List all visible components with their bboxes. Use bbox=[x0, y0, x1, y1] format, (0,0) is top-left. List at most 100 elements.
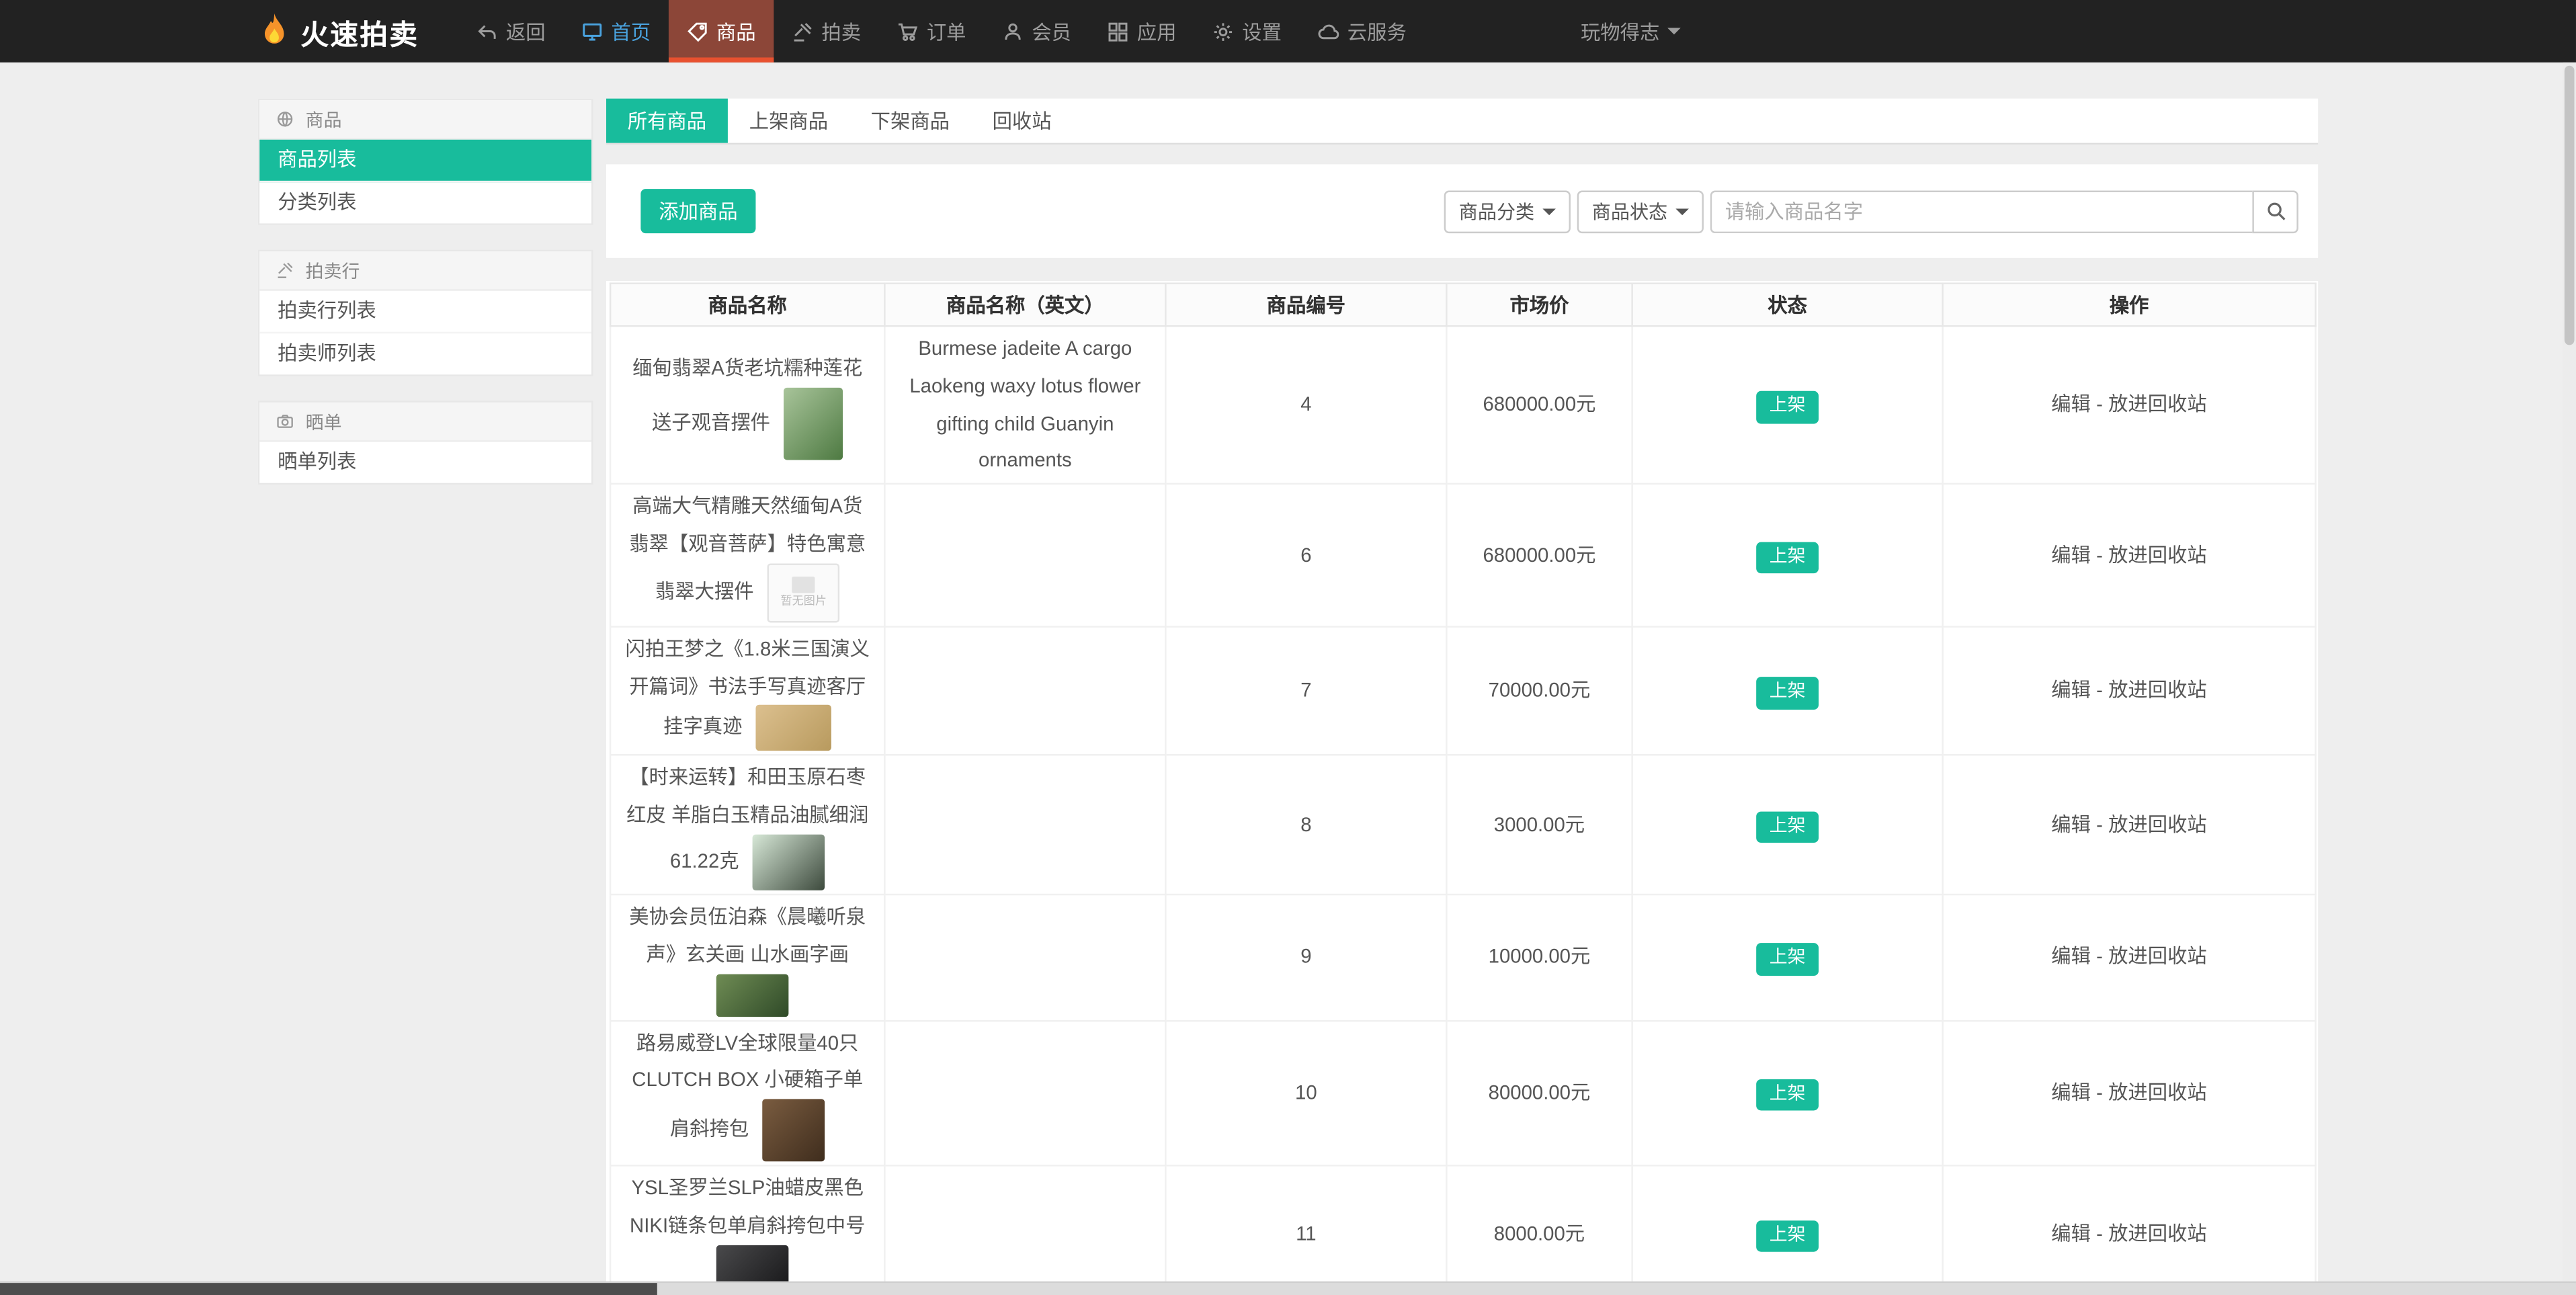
recycle-link[interactable]: 放进回收站 bbox=[2108, 945, 2207, 968]
product-thumbnail[interactable] bbox=[755, 705, 832, 752]
add-product-button[interactable]: 添加商品 bbox=[640, 189, 756, 234]
product-thumbnail[interactable] bbox=[762, 1099, 825, 1162]
edit-link[interactable]: 编辑 bbox=[2051, 1222, 2091, 1245]
product-actions-cell: 编辑 - 放进回收站 bbox=[1942, 483, 2317, 628]
search-input[interactable] bbox=[1710, 190, 2253, 233]
product-price-cell: 3000.00元 bbox=[1446, 754, 1633, 896]
product-tabs: 所有商品 上架商品 下架商品 回收站 bbox=[606, 98, 2319, 145]
caret-down-icon bbox=[1542, 208, 1556, 215]
nav-item-orders[interactable]: 订单 bbox=[879, 0, 984, 62]
page: 火速拍卖 返回 首页 商品 拍卖 订单 会员 应用 设置 云服务 玩物得志 商品… bbox=[0, 0, 2576, 1295]
recycle-link[interactable]: 放进回收站 bbox=[2108, 543, 2207, 566]
nav-item-label: 订单 bbox=[926, 20, 966, 44]
product-id-cell: 10 bbox=[1165, 1019, 1448, 1167]
edit-link[interactable]: 编辑 bbox=[2051, 1081, 2091, 1103]
product-name: 美协会员伍泊森《晨曦听泉声》玄关画 山水画字画 bbox=[629, 905, 866, 966]
table-header-row: 商品名称 商品名称（英文） 商品编号 市场价 状态 操作 bbox=[609, 282, 2317, 327]
product-name: 路易威登LV全球限量40只CLUTCH BOX 小硬箱子单肩斜挎包 bbox=[632, 1031, 864, 1141]
status-badge: 上架 bbox=[1756, 677, 1819, 709]
category-filter-dropdown[interactable]: 商品分类 bbox=[1444, 190, 1571, 233]
nav-item-members[interactable]: 会员 bbox=[984, 0, 1089, 62]
tab-all-products[interactable]: 所有商品 bbox=[606, 98, 728, 143]
recycle-link[interactable]: 放进回收站 bbox=[2108, 812, 2207, 835]
search-button[interactable] bbox=[2252, 190, 2298, 233]
horizontal-scrollbar-thumb[interactable] bbox=[0, 1283, 657, 1295]
tab-recycle-bin[interactable]: 回收站 bbox=[971, 99, 1073, 143]
product-name-en-cell bbox=[884, 483, 1167, 628]
action-separator: - bbox=[2091, 812, 2109, 836]
edit-link[interactable]: 编辑 bbox=[2051, 679, 2091, 702]
product-name: 【时来运转】和田玉原石枣红皮 羊脂白玉精品油腻细润 61.22克 bbox=[626, 766, 869, 873]
brand-logo[interactable]: 火速拍卖 bbox=[258, 0, 419, 62]
product-id-cell: 11 bbox=[1165, 1165, 1448, 1295]
recycle-link[interactable]: 放进回收站 bbox=[2108, 393, 2207, 416]
products-tbody: 缅甸翡翠A货老坑糯种莲花送子观音摆件 Burmese jadeite A car… bbox=[609, 325, 2317, 1295]
sidebar-item-category-list[interactable]: 分类列表 bbox=[259, 182, 591, 223]
recycle-link[interactable]: 放进回收站 bbox=[2108, 679, 2207, 702]
col-header-status: 状态 bbox=[1631, 282, 1944, 327]
status-badge: 上架 bbox=[1756, 1220, 1819, 1252]
nav-item-label: 设置 bbox=[1242, 20, 1282, 44]
nav-item-label: 返回 bbox=[505, 20, 546, 44]
product-thumbnail[interactable] bbox=[753, 834, 825, 890]
nav-item-cloud-services[interactable]: 云服务 bbox=[1300, 0, 1425, 62]
nav-item-home[interactable]: 首页 bbox=[564, 0, 669, 62]
status-badge: 上架 bbox=[1756, 391, 1819, 423]
product-id-cell: 8 bbox=[1165, 754, 1448, 896]
vertical-scrollbar[interactable] bbox=[2563, 62, 2576, 1282]
recycle-link[interactable]: 放进回收站 bbox=[2108, 1081, 2207, 1103]
recycle-link[interactable]: 放进回收站 bbox=[2108, 1222, 2207, 1245]
product-name-en-cell bbox=[884, 1165, 1167, 1295]
apps-icon bbox=[1108, 21, 1129, 42]
sidebar-item-auctioneer-list[interactable]: 拍卖师列表 bbox=[259, 333, 591, 374]
top-navbar: 火速拍卖 返回 首页 商品 拍卖 订单 会员 应用 设置 云服务 玩物得志 bbox=[0, 0, 2576, 62]
product-name-cell: 路易威登LV全球限量40只CLUTCH BOX 小硬箱子单肩斜挎包 bbox=[609, 1019, 886, 1167]
sidebar-item-product-list[interactable]: 商品列表 bbox=[259, 139, 592, 183]
image-placeholder-icon bbox=[792, 577, 815, 594]
product-actions-cell: 编辑 - 放进回收站 bbox=[1942, 1165, 2317, 1295]
user-menu[interactable]: 玩物得志 bbox=[1581, 0, 1681, 62]
table-row: 高端大气精雕天然缅甸A货翡翠【观音菩萨】特色寓意翡翠大摆件 暂无图片 6 680… bbox=[609, 483, 2317, 628]
nav-item-goods[interactable]: 商品 bbox=[668, 0, 774, 62]
action-separator: - bbox=[2091, 1221, 2109, 1245]
product-name-cell: 美协会员伍泊森《晨曦听泉声》玄关画 山水画字画 bbox=[609, 893, 886, 1021]
tag-icon bbox=[687, 21, 708, 42]
caret-down-icon bbox=[1667, 28, 1681, 35]
products-table-card: 商品名称 商品名称（英文） 商品编号 市场价 状态 操作 缅甸翡翠A货老坑糯种莲… bbox=[606, 281, 2319, 1295]
edit-link[interactable]: 编辑 bbox=[2051, 543, 2091, 566]
sidebar-item-order-show-list[interactable]: 晒单列表 bbox=[259, 442, 591, 483]
product-status-cell: 上架 bbox=[1631, 1165, 1944, 1295]
tab-off-shelf-products[interactable]: 下架商品 bbox=[849, 99, 971, 143]
table-row: 【时来运转】和田玉原石枣红皮 羊脂白玉精品油腻细润 61.22克 8 3000.… bbox=[609, 754, 2317, 896]
vertical-scrollbar-thumb[interactable] bbox=[2564, 65, 2575, 345]
sidebar-item-auction-house-list[interactable]: 拍卖行列表 bbox=[259, 291, 592, 334]
product-thumbnail[interactable] bbox=[784, 387, 843, 460]
nav-item-settings[interactable]: 设置 bbox=[1194, 0, 1299, 62]
nav-item-back[interactable]: 返回 bbox=[458, 0, 563, 62]
product-status-cell: 上架 bbox=[1631, 325, 1944, 485]
sidebar-section-order-show-header: 晒单 bbox=[259, 402, 592, 442]
edit-link[interactable]: 编辑 bbox=[2051, 812, 2091, 835]
nav-item-auction[interactable]: 拍卖 bbox=[774, 0, 878, 62]
edit-link[interactable]: 编辑 bbox=[2051, 393, 2091, 416]
product-thumbnail[interactable] bbox=[715, 973, 788, 1017]
sidebar-section-goods-header: 商品 bbox=[259, 100, 592, 140]
horizontal-scrollbar[interactable] bbox=[0, 1281, 2576, 1295]
action-separator: - bbox=[2091, 392, 2109, 416]
edit-link[interactable]: 编辑 bbox=[2051, 945, 2091, 968]
product-price-cell: 10000.00元 bbox=[1446, 893, 1633, 1021]
sidebar-section-auction-house-header: 拍卖行 bbox=[259, 251, 592, 291]
back-icon bbox=[476, 21, 498, 42]
main-content: 所有商品 上架商品 下架商品 回收站 添加商品 商品分类 商品状态 请输入商品名… bbox=[606, 98, 2319, 1295]
product-name-en-cell bbox=[884, 754, 1167, 896]
product-thumbnail[interactable]: 暂无图片 bbox=[767, 562, 840, 622]
product-status-cell: 上架 bbox=[1631, 1019, 1944, 1167]
col-header-product-id: 商品编号 bbox=[1165, 282, 1448, 327]
category-filter-label: 商品分类 bbox=[1458, 202, 1535, 223]
nav-item-apps[interactable]: 应用 bbox=[1089, 0, 1194, 62]
toolbar-filters: 商品分类 商品状态 bbox=[1438, 190, 2298, 233]
status-filter-dropdown[interactable]: 商品状态 bbox=[1577, 190, 1704, 233]
tab-on-shelf-products[interactable]: 上架商品 bbox=[728, 99, 849, 143]
desktop-icon bbox=[581, 21, 603, 42]
cart-icon bbox=[897, 21, 919, 42]
